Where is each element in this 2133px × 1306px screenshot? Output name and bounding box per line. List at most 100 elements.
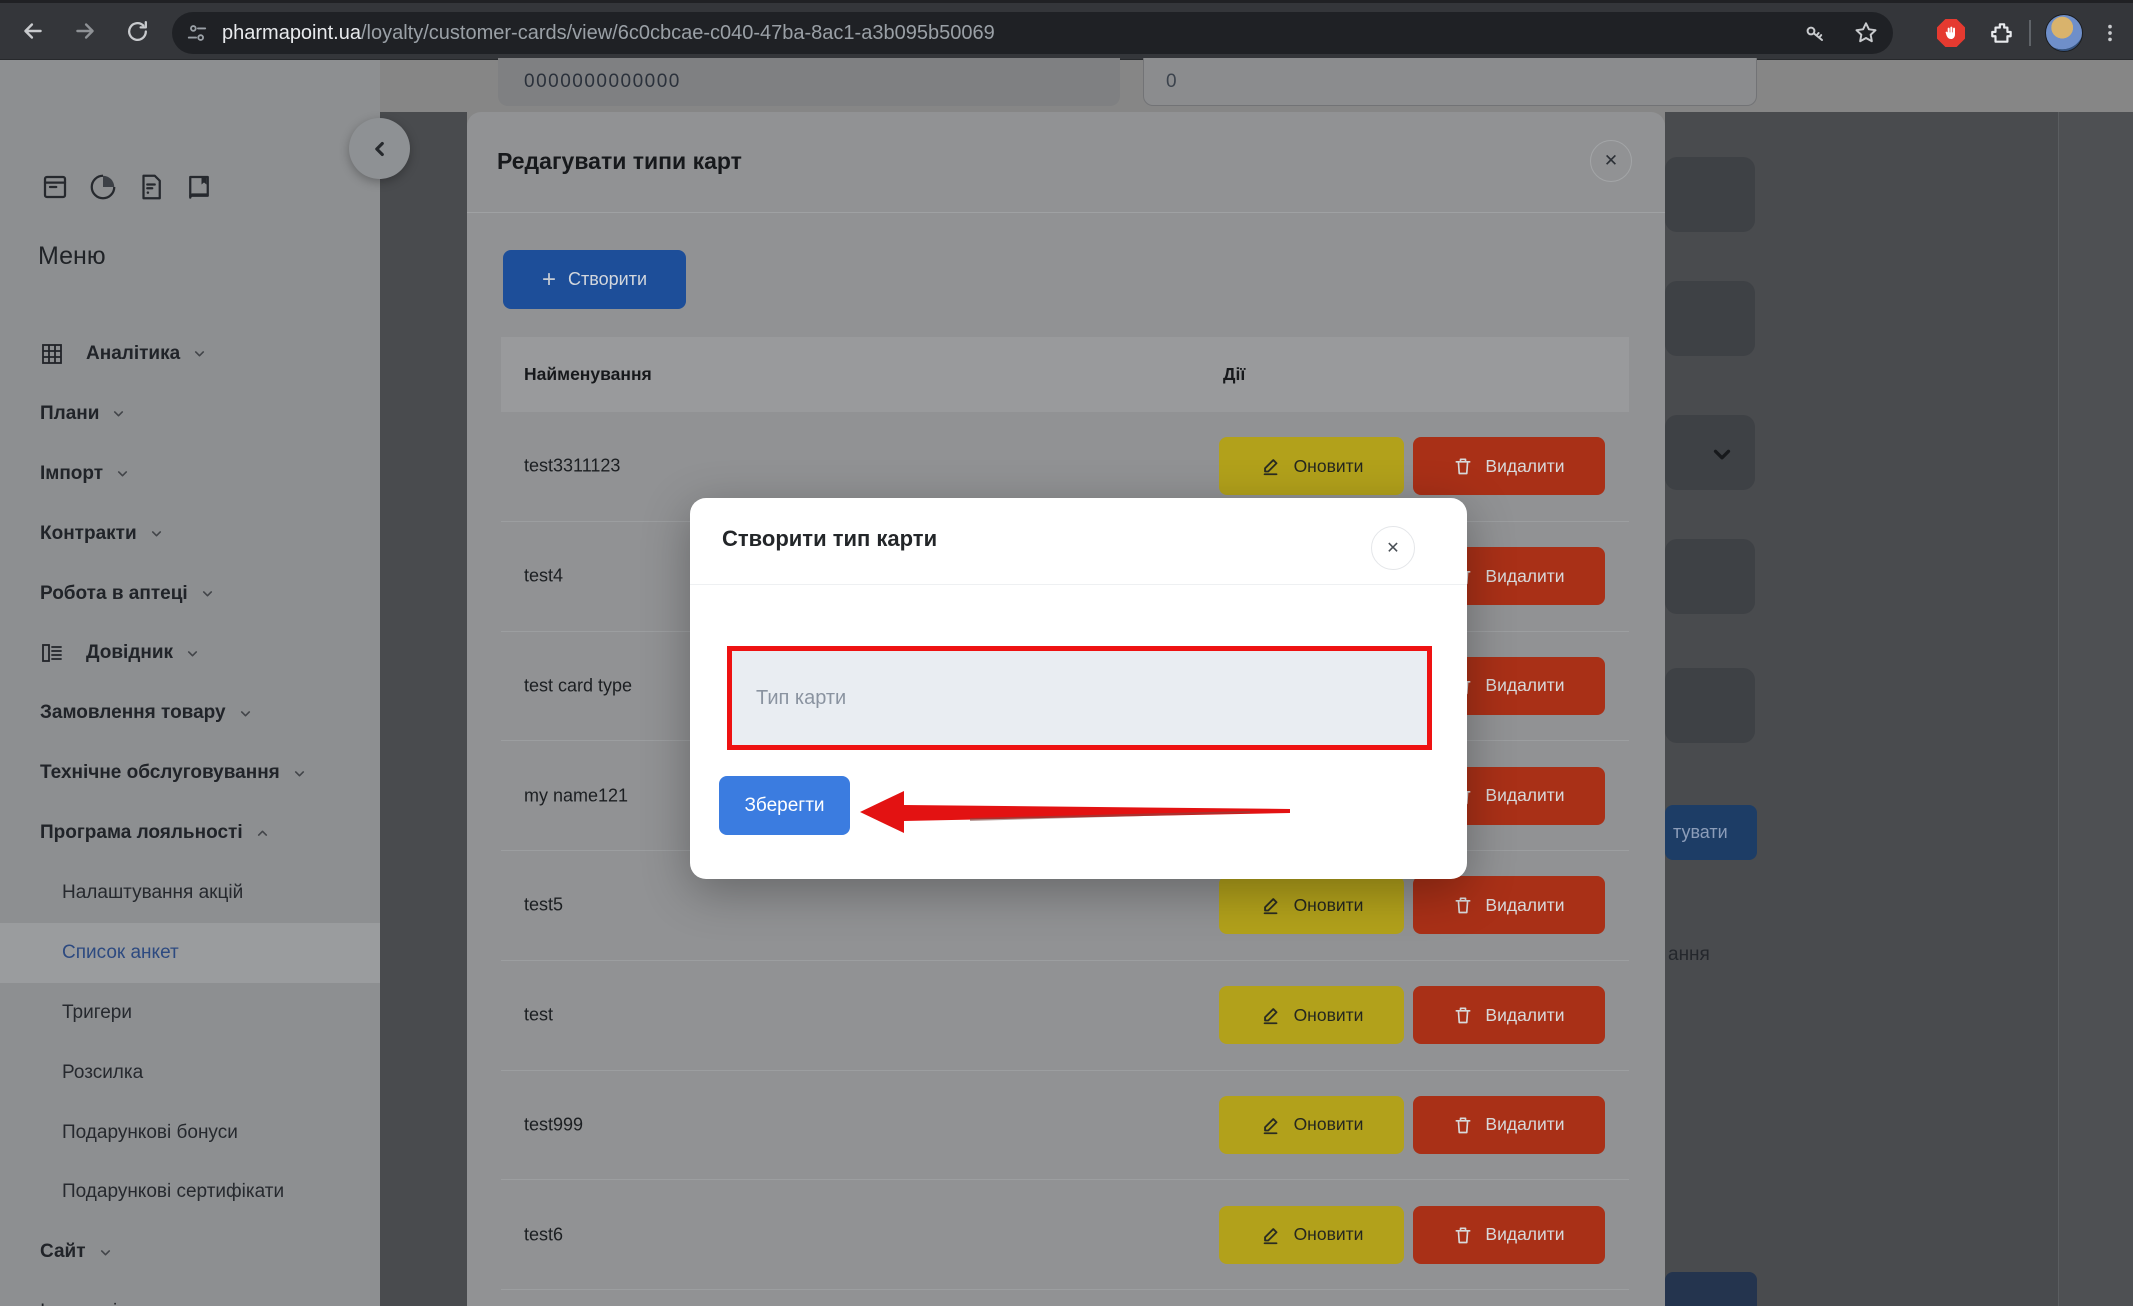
file-icon[interactable] (136, 172, 166, 202)
key-icon[interactable] (1803, 21, 1827, 45)
sidebar-item-15[interactable]: Подарункові сертифікати (0, 1162, 380, 1222)
column-actions: Дії (1223, 364, 1245, 385)
sidebar-collapse-button[interactable] (349, 118, 410, 179)
table-row-8: test6ОновитиВидалити (501, 1180, 1629, 1290)
sidebar-item-label: Імпорт (40, 463, 103, 485)
update-button[interactable]: Оновити (1219, 437, 1404, 495)
sidebar-item-13[interactable]: Розсилка (0, 1043, 380, 1103)
back-icon[interactable] (16, 14, 50, 48)
dimmed-gap-left (380, 112, 467, 1306)
book-icon[interactable] (184, 172, 214, 202)
table-row-7: test999 ОновитиВидалити (501, 1071, 1629, 1181)
profile-avatar[interactable] (2045, 14, 2083, 52)
sidebar-item-label: Робота в аптеці (40, 583, 188, 605)
delete-button[interactable]: Видалити (1413, 1096, 1605, 1154)
update-button[interactable]: Оновити (1219, 1096, 1404, 1154)
delete-button[interactable]: Видалити (1413, 1206, 1605, 1264)
edit-icon (1260, 1004, 1282, 1026)
chevron-up-icon (255, 826, 270, 841)
sidebar-item-16[interactable]: Сайт (0, 1222, 380, 1282)
plus-icon: + (542, 268, 556, 292)
trash-icon (1453, 1115, 1473, 1135)
card-type-name: test (524, 1005, 553, 1026)
url-text: pharmapoint.ua/loyalty/customer-cards/vi… (222, 22, 995, 45)
archive-icon[interactable] (40, 172, 70, 202)
bg-field (1665, 281, 1755, 356)
create-card-type-modal: Створити тип карти ✕ Зберегти (690, 498, 1467, 879)
save-button[interactable]: Зберегти (719, 776, 850, 835)
sidebar: Меню Аналітика Плани Імпорт Контракти Робота… (0, 60, 380, 1306)
site-info-icon[interactable] (186, 22, 208, 44)
reload-icon[interactable] (120, 14, 154, 48)
sidebar-item-8[interactable]: Технічне обслуговування (0, 743, 380, 803)
sidebar-item-label: Замовлення товару (40, 702, 226, 724)
scroll-gutter (2058, 112, 2133, 1306)
table-header: Найменування Дії (501, 337, 1629, 412)
sidebar-item-1[interactable]: Аналітика (0, 324, 380, 384)
trash-icon (1453, 1005, 1473, 1025)
pie-chart-icon[interactable] (88, 172, 118, 202)
card-type-name: test4 (524, 566, 563, 587)
sidebar-item-label: Подарункові сертифікати (62, 1181, 284, 1203)
bg-field (1665, 668, 1755, 743)
sidebar-menu-title: Меню (38, 242, 106, 271)
sidebar-menu: Аналітика Плани Імпорт Контракти Робота в ап… (0, 324, 380, 1306)
adblock-icon[interactable] (1937, 19, 1965, 47)
card-type-input[interactable] (732, 651, 1427, 745)
sidebar-item-14[interactable]: Подарункові бонуси (0, 1103, 380, 1163)
grid-icon (40, 342, 64, 366)
star-icon[interactable] (1853, 20, 1879, 46)
edit-icon (1260, 455, 1282, 477)
sidebar-item-10[interactable]: Налаштування акцій (0, 863, 380, 923)
trash-icon (1453, 895, 1473, 915)
card-type-name: test999 (524, 1114, 583, 1135)
table-row-6: test ОновитиВидалити (501, 961, 1629, 1071)
delete-button[interactable]: Видалити (1413, 986, 1605, 1044)
chevron-down-icon (98, 1245, 113, 1260)
card-type-name: test3311123 (524, 456, 620, 477)
sidebar-item-9[interactable]: Програма лояльності (0, 803, 380, 863)
chevron-down-icon (292, 766, 307, 781)
sidebar-item-3[interactable]: Імпорт (0, 444, 380, 504)
sidebar-item-7[interactable]: Замовлення товару (0, 683, 380, 743)
sidebar-item-6[interactable]: Довідник (0, 623, 380, 683)
sidebar-item-label: Інструкція (40, 1301, 128, 1306)
sidebar-item-label: Розсилка (62, 1062, 143, 1084)
sidebar-item-12[interactable]: Тригери (0, 983, 380, 1043)
card-type-name: test5 (524, 895, 563, 916)
url-bar[interactable]: pharmapoint.ua/loyalty/customer-cards/vi… (172, 12, 1893, 54)
list-icon (40, 641, 64, 665)
sidebar-item-2[interactable]: Плани (0, 384, 380, 444)
delete-button[interactable]: Видалити (1413, 437, 1605, 495)
forward-icon[interactable] (68, 14, 102, 48)
chevron-down-icon (200, 586, 215, 601)
points-field: 0 (1143, 58, 1757, 106)
edit-icon (1260, 1114, 1282, 1136)
update-button[interactable]: Оновити (1219, 986, 1404, 1044)
sidebar-item-label: Сайт (40, 1241, 86, 1263)
outer-modal-close-icon[interactable]: ✕ (1590, 140, 1632, 182)
bg-select (1665, 415, 1755, 490)
sidebar-item-label: Плани (40, 403, 99, 425)
update-button[interactable]: Оновити (1219, 876, 1404, 934)
sidebar-item-label: Довідник (86, 642, 173, 664)
menu-dots-icon[interactable] (2099, 22, 2121, 44)
sidebar-item-17[interactable]: Інструкція (0, 1282, 380, 1306)
column-name: Найменування (524, 364, 652, 385)
sidebar-item-label: Контракти (40, 523, 137, 545)
create-button[interactable]: + Створити (503, 250, 686, 309)
outer-modal-title: Редагувати типи карт (497, 148, 742, 175)
update-button[interactable]: Оновити (1219, 1206, 1404, 1264)
card-type-name: test card type (524, 675, 632, 696)
sidebar-item-5[interactable]: Робота в аптеці (0, 564, 380, 624)
edit-icon (1260, 894, 1282, 916)
browser-toolbar: pharmapoint.ua/loyalty/customer-cards/vi… (0, 0, 2133, 60)
sidebar-item-4[interactable]: Контракти (0, 504, 380, 564)
nested-modal-close-icon[interactable]: ✕ (1371, 526, 1415, 570)
sidebar-item-11[interactable]: Список анкет (0, 923, 380, 983)
annotation-highlight-box (727, 646, 1432, 750)
extensions-icon[interactable] (1989, 20, 2015, 46)
chevron-down-icon (1709, 441, 1735, 467)
edit-icon (1260, 1224, 1282, 1246)
delete-button[interactable]: Видалити (1413, 876, 1605, 934)
